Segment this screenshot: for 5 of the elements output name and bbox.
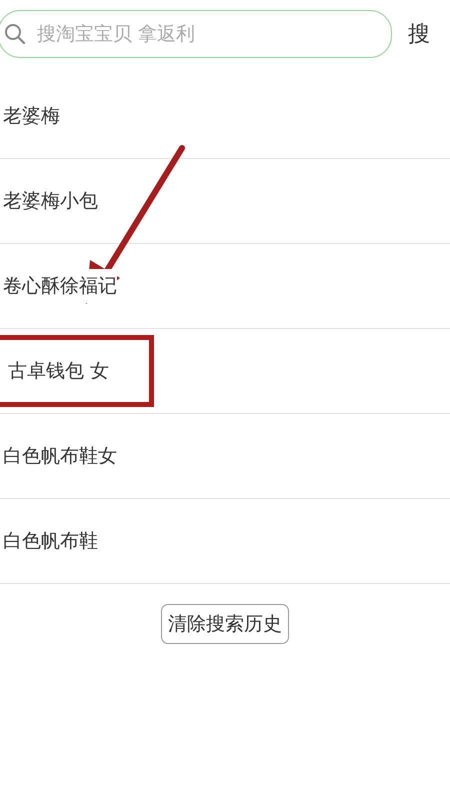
search-button[interactable]: 搜 bbox=[408, 19, 430, 49]
clear-history-button[interactable]: 清除搜索历史 bbox=[161, 604, 289, 644]
history-item[interactable]: 卷心酥徐福记 bbox=[3, 269, 117, 303]
search-field[interactable]: 搜淘宝宝贝 拿返利 bbox=[0, 10, 392, 58]
highlighted-history-item[interactable]: 古卓钱包 女 bbox=[0, 335, 154, 407]
